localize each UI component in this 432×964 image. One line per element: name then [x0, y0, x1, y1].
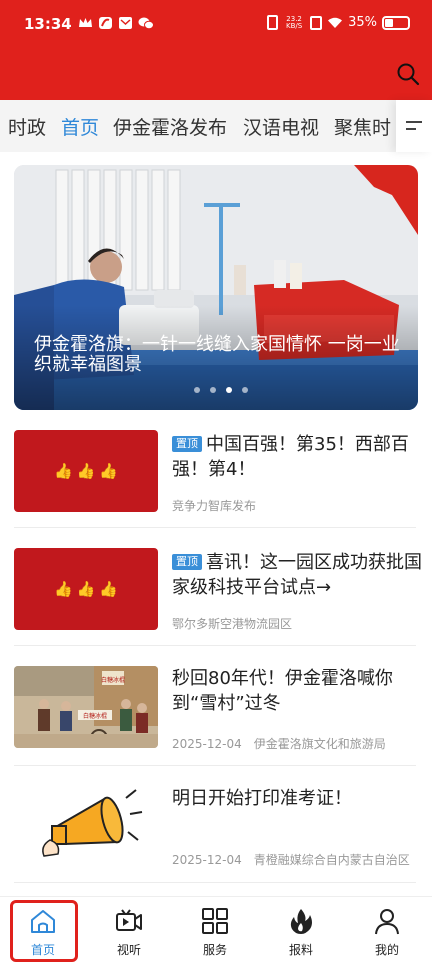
nav-mine[interactable]: 我的	[344, 897, 430, 964]
news-item[interactable]: 👍 👍 👍 置顶 中国百强！第35！西部百强！第4！ 竞争力智库发布	[14, 430, 416, 520]
news-title: 秒回80年代！伊金霍洛喊你到“雪村”过冬	[172, 668, 393, 714]
nav-video[interactable]: 视听	[86, 897, 172, 964]
menu-line	[406, 121, 422, 123]
news-thumbnail: 白糖冰棍 白糖冰棍	[14, 666, 158, 748]
net-speed: 23.2 KB/S	[283, 15, 305, 30]
news-item[interactable]: 白糖冰棍 白糖冰棍 秒回80年代！伊金霍洛喊你到“雪村”过冬 2025-12-0…	[14, 666, 416, 756]
pinned-badge: 置顶	[172, 554, 202, 570]
news-title: 置顶 喜讯！这一园区成功获批国家级科技平台试点→	[172, 550, 422, 600]
carousel-dots	[194, 387, 248, 393]
banner-caption: 伊金霍洛旗：一针一线缝入家国情怀 一岗一业织就幸福图景	[34, 334, 400, 375]
nav-report[interactable]: 报料	[258, 897, 344, 964]
notification-icons	[78, 15, 154, 30]
tab-strip: 时政 首页 伊金霍洛发布 汉语电视 聚焦时	[0, 100, 392, 152]
nav-label: 报料	[288, 943, 313, 957]
carousel-dot	[242, 387, 248, 393]
carousel-dot	[210, 387, 216, 393]
thumbs-up-icon: 👍	[53, 580, 73, 598]
news-item[interactable]: 👍 👍 👍 置顶 喜讯！这一园区成功获批国家级科技平台试点→ 鄂尔多斯空港物流园区	[14, 548, 422, 638]
wechat-icon	[138, 15, 154, 30]
news-title-text: 中国百强！第35！西部百强！第4！	[172, 434, 409, 480]
news-meta: 2025-12-04 青橙融媒综合自内蒙古自治区	[172, 851, 410, 868]
battery-percent: 35%	[348, 15, 377, 30]
news-title: 置顶 中国百强！第35！西部百强！第4！	[172, 432, 422, 482]
channel-tabs: 时政 首页 伊金霍洛发布 汉语电视 聚焦时	[0, 100, 432, 152]
flame-icon	[290, 909, 312, 934]
search-icon[interactable]	[396, 62, 420, 86]
news-thumbnail: 👍 👍 👍	[14, 430, 158, 512]
battery-icon	[382, 15, 410, 30]
news-date: 2025-12-04	[172, 737, 242, 751]
thumbs-up-icon: 👍	[99, 462, 119, 480]
net-speed-unit: KB/S	[285, 21, 303, 30]
divider	[14, 527, 416, 528]
banner-carousel[interactable]: 伊金霍洛旗：一针一线缝入家国情怀 一岗一业织就幸福图景	[14, 165, 418, 410]
leaf-app-icon	[98, 15, 113, 29]
wifi-icon	[328, 17, 343, 28]
tab-ejinhoro-release[interactable]: 伊金霍洛发布	[113, 113, 227, 140]
app-header: 13:34 23.2 KB/S 35%	[0, 0, 432, 100]
news-meta: 竞争力智库发布	[172, 497, 256, 514]
tabs-menu-button[interactable]	[396, 100, 432, 152]
nav-label: 我的	[374, 943, 399, 957]
grid-icon	[202, 908, 228, 934]
pinned-badge: 置顶	[172, 436, 202, 452]
news-title-text: 喜讯！这一园区成功获批国家级科技平台试点→	[172, 552, 422, 598]
nav-label: 视听	[116, 943, 141, 957]
news-source: 竞争力智库发布	[172, 499, 257, 513]
no-sim-icon	[310, 15, 323, 30]
carousel-dot	[194, 387, 200, 393]
status-time: 13:34	[24, 15, 72, 33]
news-source: 伊金霍洛旗文化和旅游局	[253, 737, 386, 751]
news-thumbnail: 👍 👍 👍	[14, 548, 158, 630]
user-icon	[375, 909, 399, 935]
divider	[14, 765, 416, 766]
video-icon	[116, 909, 142, 931]
cart-sign: 白糖冰棍	[83, 712, 107, 720]
nav-services[interactable]: 服务	[172, 897, 258, 964]
thumbs-up-icon: 👍	[76, 462, 96, 480]
megaphone-illustration	[14, 784, 158, 866]
tab-politics[interactable]: 时政	[8, 113, 46, 140]
news-date: 2025-12-04	[172, 853, 242, 867]
news-meta: 鄂尔多斯空港物流园区	[172, 615, 292, 632]
thumbs-up-icon: 👍	[76, 580, 96, 598]
menu-line	[406, 128, 416, 130]
thumbs-up-icon: 👍	[99, 580, 119, 598]
divider	[14, 645, 416, 646]
crown-icon	[78, 15, 93, 29]
news-source: 青橙融媒综合自内蒙古自治区	[253, 853, 410, 867]
shop-sign: 白糖冰棍	[101, 676, 125, 684]
mail-app-icon	[118, 15, 133, 29]
news-thumbnail	[14, 784, 158, 866]
selection-highlight	[10, 900, 78, 962]
thumbs-up-icon: 👍	[53, 462, 73, 480]
status-right: 23.2 KB/S 35%	[267, 15, 410, 30]
news-title: 明日开始打印准考证！	[172, 788, 352, 809]
tab-home[interactable]: 首页	[61, 113, 99, 140]
tab-chinese-tv[interactable]: 汉语电视	[243, 113, 319, 140]
news-source: 鄂尔多斯空港物流园区	[172, 617, 293, 631]
status-bar: 13:34 23.2 KB/S 35%	[0, 0, 432, 50]
vintage-photo: 白糖冰棍 白糖冰棍	[14, 666, 158, 748]
news-item[interactable]: 明日开始打印准考证！ 2025-12-04 青橙融媒综合自内蒙古自治区	[14, 784, 416, 874]
carousel-dot-active	[226, 387, 232, 393]
news-meta: 2025-12-04 伊金霍洛旗文化和旅游局	[172, 735, 386, 752]
tab-focus[interactable]: 聚焦时	[334, 113, 391, 140]
divider	[14, 882, 416, 883]
nav-label: 服务	[202, 943, 227, 957]
vibrate-icon	[267, 15, 279, 30]
